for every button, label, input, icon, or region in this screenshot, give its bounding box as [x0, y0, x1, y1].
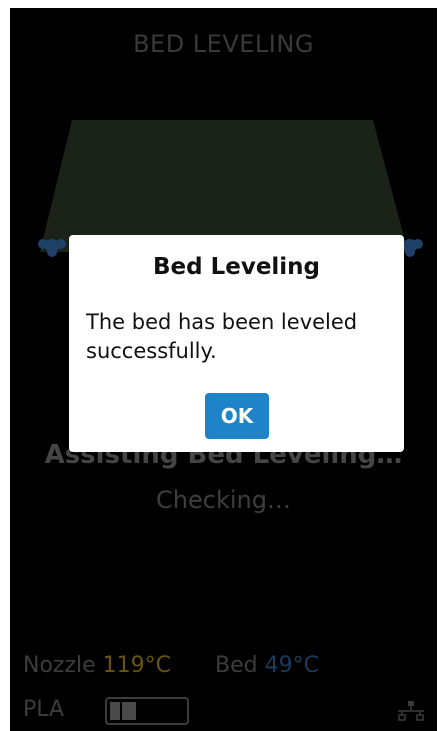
nozzle-temperature: 119°C [102, 653, 172, 678]
filament-level-bar [105, 697, 189, 725]
nozzle-label: Nozzle [23, 653, 96, 678]
dialog-message: The bed has been leveled successfully. [86, 310, 358, 363]
network-icon [398, 701, 424, 721]
filament-level-fill [110, 702, 136, 720]
dialog-title: Bed Leveling [152, 254, 321, 280]
bed-plate [40, 120, 408, 252]
ok-button[interactable]: OK [205, 393, 269, 439]
filament-label: PLA [23, 697, 65, 722]
bed-leveling-dialog: Bed Leveling The bed has been leveled su… [69, 235, 404, 452]
bed-temperature: 49°C [264, 653, 319, 678]
leveling-knob-left [38, 239, 66, 257]
checking-status-text: Checking… [156, 486, 291, 514]
temperature-status: Nozzle 119°C Bed 49°C [23, 653, 319, 678]
bed-label: Bed [215, 653, 258, 678]
